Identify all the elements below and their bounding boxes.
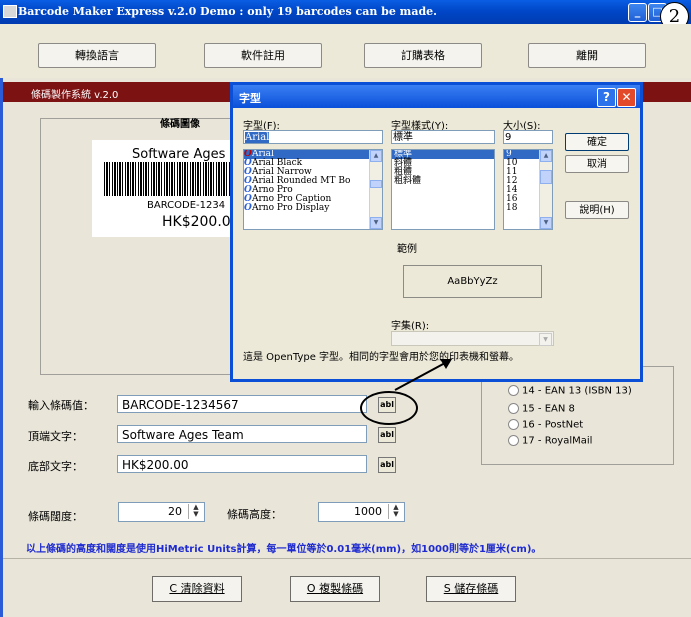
annotation-arrow-line [394, 362, 446, 391]
annotation-oval [360, 391, 418, 425]
annotation-overlay [394, 359, 452, 391]
